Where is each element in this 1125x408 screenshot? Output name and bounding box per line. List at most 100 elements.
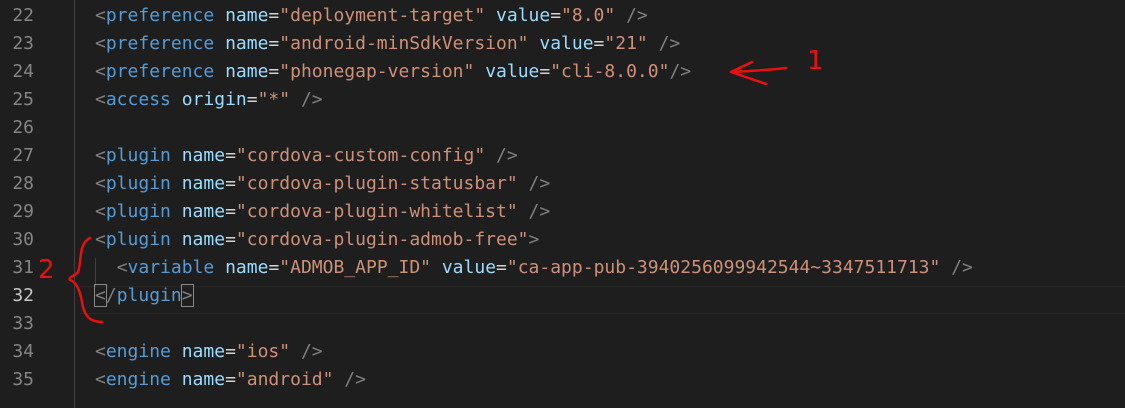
annotation-label-2: 2 — [38, 255, 55, 285]
code-line[interactable]: <plugin name="cordova-plugin-whitelist" … — [95, 198, 550, 226]
bracket-open: < — [95, 61, 106, 82]
attribute-name: name — [181, 341, 226, 362]
line-number: 28 — [12, 173, 34, 194]
attribute-name: name — [181, 369, 226, 390]
attribute-value: "21" — [604, 33, 648, 54]
line-number: 32 — [12, 285, 34, 306]
bracket-close: /> — [647, 33, 681, 54]
attribute-name: value — [496, 5, 551, 26]
attribute-name: name — [181, 201, 226, 222]
tag-name: access — [105, 89, 171, 110]
code-line[interactable]: <engine name="android" /> — [95, 366, 366, 394]
tag-name: engine — [105, 341, 171, 362]
equals: = — [246, 89, 258, 110]
equals: = — [225, 229, 236, 250]
code-line[interactable]: <plugin name="cordova-plugin-admob-free"… — [95, 226, 539, 254]
line-number: 27 — [12, 145, 34, 166]
bracket-close: /> — [517, 201, 551, 222]
line-number: 23 — [12, 33, 34, 54]
attribute-value: "ios" — [235, 341, 291, 362]
attribute-name: name — [181, 173, 226, 194]
code-line[interactable]: <preference name="phonegap-version" valu… — [95, 58, 691, 86]
code-line[interactable]: <preference name="android-minSdkVersion"… — [95, 30, 680, 58]
line-number: 33 — [12, 313, 34, 334]
attribute-name: value — [441, 257, 497, 278]
attribute-value: "deployment-target" — [279, 5, 486, 26]
annotation-arrow-icon — [730, 66, 788, 74]
attribute-value: "ADMOB_APP_ID" — [279, 257, 431, 278]
attribute-name: name — [225, 61, 269, 82]
equals: = — [496, 257, 507, 278]
indent-guide — [74, 0, 75, 408]
code-line[interactable]: <variable name="ADMOB_APP_ID" value="ca-… — [95, 254, 973, 282]
line-number: 29 — [12, 201, 34, 222]
code-line[interactable]: <engine name="ios" /> — [95, 338, 323, 366]
line-number: 22 — [12, 5, 34, 26]
attribute-value: "cordova-plugin-admob-free" — [235, 229, 529, 250]
code-line[interactable]: <access origin="*" /> — [95, 86, 323, 114]
bracket-open: < — [95, 173, 106, 194]
code-editor[interactable]: 22 23 24 25 26 27 28 29 30 31 32 33 34 35 <preference… — [0, 0, 1125, 408]
equals: = — [550, 5, 562, 26]
tag-name: engine — [105, 369, 171, 390]
bracket-open: < — [116, 257, 128, 278]
attribute-value: "cordova-plugin-whitelist" — [235, 201, 518, 222]
attribute-value: "*" — [257, 89, 291, 110]
line-number: 26 — [12, 117, 34, 138]
attribute-value: "cordova-custom-config" — [235, 145, 486, 166]
bracket-open: < — [95, 341, 106, 362]
attribute-value: "8.0" — [561, 5, 616, 26]
equals: = — [225, 341, 236, 362]
bracket-close: /> — [333, 369, 366, 390]
attribute-name: name — [181, 145, 226, 166]
equals: = — [268, 257, 280, 278]
bracket-close: /> — [290, 89, 323, 110]
attribute-name: name — [181, 229, 226, 250]
tag-name: plugin — [116, 285, 182, 306]
attribute-name: value — [539, 33, 594, 54]
line-number-gutter: 22 23 24 25 26 27 28 29 30 31 32 33 34 35 — [0, 0, 72, 408]
tag-name: preference — [105, 61, 215, 82]
bracket-close: /> — [485, 145, 518, 166]
equals: = — [268, 61, 280, 82]
bracket-open: < — [95, 229, 106, 250]
slash: / — [105, 285, 117, 306]
attribute-name: name — [225, 257, 269, 278]
attribute-value: "phonegap-version" — [279, 61, 475, 82]
equals: = — [225, 145, 236, 166]
attribute-value: "android-minSdkVersion" — [279, 33, 529, 54]
bracket-close: /> — [615, 5, 648, 26]
bracket-open: < — [95, 145, 106, 166]
attribute-name: name — [225, 33, 269, 54]
code-line[interactable]: <plugin name="cordova-custom-config" /> — [95, 142, 518, 170]
line-number: 34 — [12, 341, 34, 362]
bracket-close: > — [180, 284, 194, 307]
bracket-open: < — [95, 33, 106, 54]
tag-name: variable — [127, 257, 215, 278]
tag-name: plugin — [105, 201, 171, 222]
bracket-close: /> — [517, 173, 551, 194]
code-line[interactable]: </plugin> — [94, 282, 194, 310]
equals: = — [539, 61, 551, 82]
line-number: 30 — [12, 229, 34, 250]
bracket-open: < — [94, 284, 107, 307]
equals: = — [225, 173, 236, 194]
attribute-value: "cordova-plugin-statusbar" — [235, 173, 518, 194]
code-line[interactable]: <preference name="deployment-target" val… — [95, 2, 648, 30]
code-line[interactable]: <plugin name="cordova-plugin-statusbar" … — [95, 170, 550, 198]
bracket-close: /> — [290, 341, 323, 362]
bracket-open: < — [95, 89, 106, 110]
bracket-open: < — [95, 201, 106, 222]
attribute-value: "cli-8.0.0" — [550, 61, 670, 82]
